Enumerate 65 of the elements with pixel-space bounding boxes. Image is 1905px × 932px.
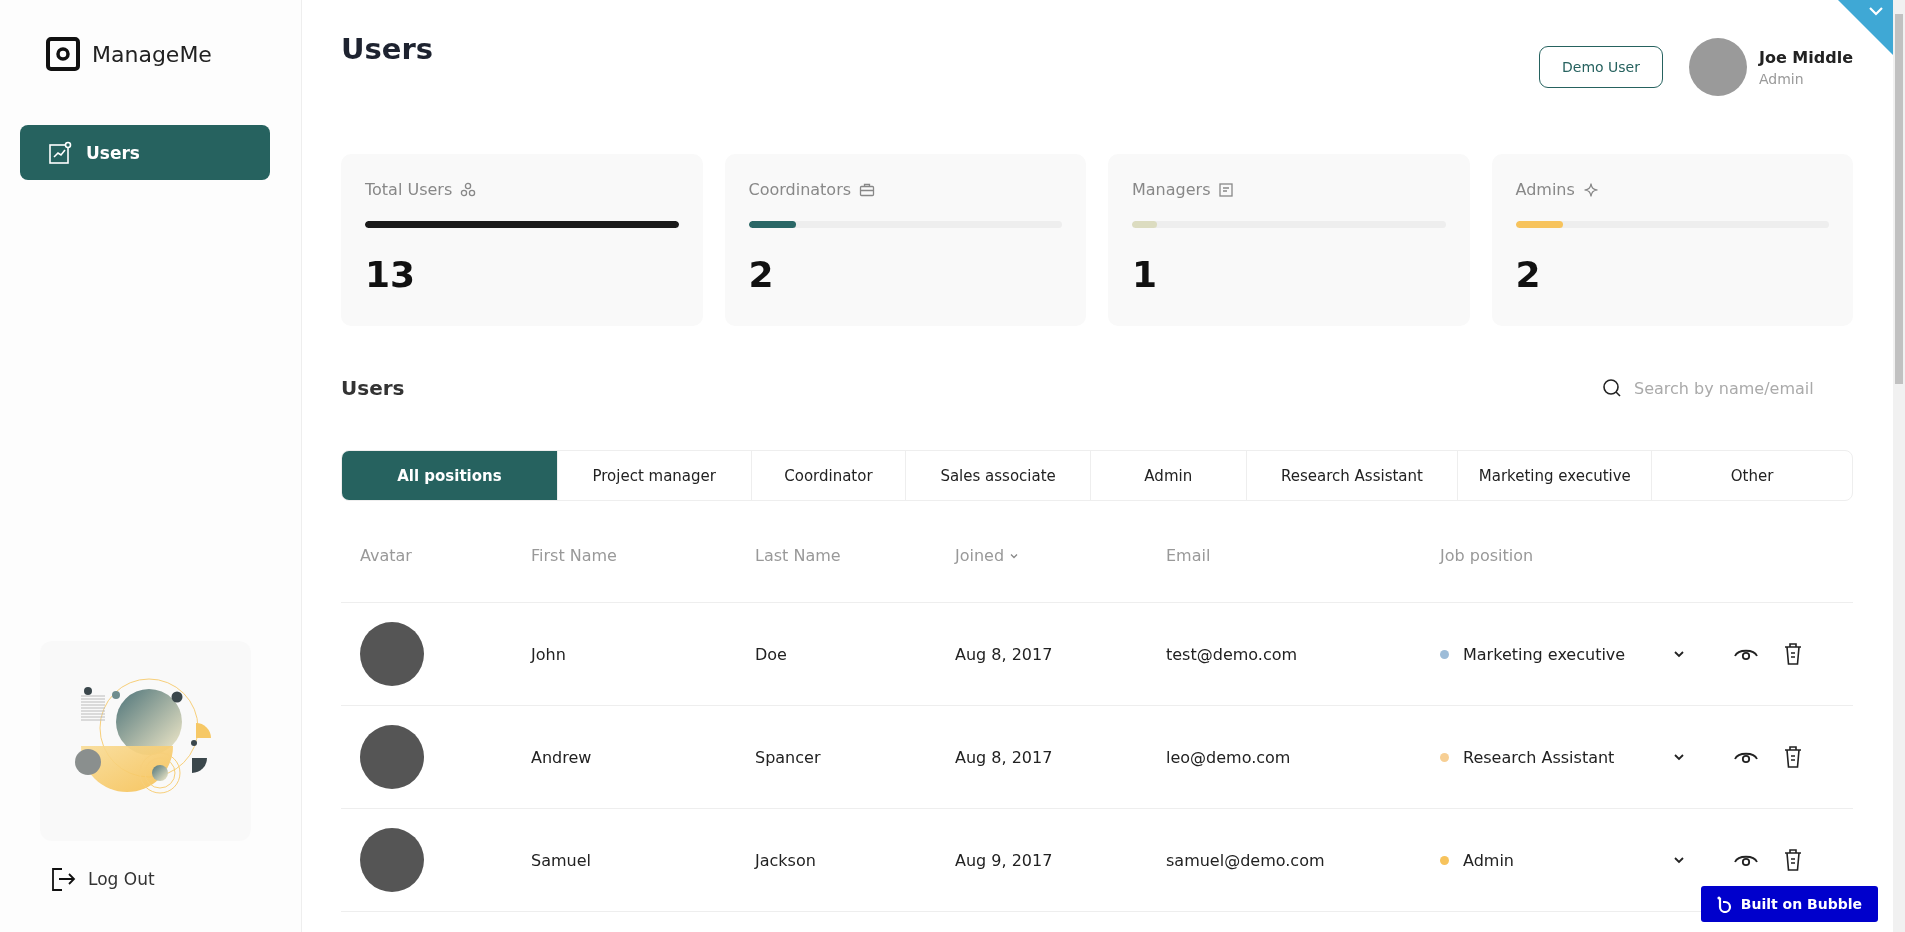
chart-icon (48, 140, 72, 165)
filter-tab[interactable]: Other (1651, 451, 1852, 500)
table-cell: Samuel (531, 850, 591, 870)
table-cell: Spancer (755, 747, 821, 767)
document-icon (1218, 181, 1235, 198)
search-icon (1602, 378, 1622, 398)
page-title: Users (341, 32, 434, 66)
chevron-down-icon (1673, 648, 1685, 660)
table-cell: Doe (755, 644, 787, 664)
filter-tab[interactable]: Admin (1089, 451, 1246, 500)
column-header: Last Name (755, 546, 842, 565)
logo-icon (46, 37, 80, 71)
briefcase-icon (859, 181, 876, 198)
column-header: Avatar (360, 546, 413, 565)
stat-label: Total Users (365, 180, 453, 199)
user-role: Admin (1759, 70, 1805, 87)
column-header: Email (1166, 546, 1212, 565)
search-field[interactable]: Search by name/email (1602, 377, 1841, 399)
people-icon (460, 181, 477, 198)
table-cell: leo@demo.com (1166, 747, 1291, 767)
table-cell: Aug 8, 2017 (955, 747, 1053, 767)
section-title: Users (341, 376, 405, 400)
logout-icon (50, 866, 76, 892)
stat-label: Managers (1132, 180, 1211, 199)
stat-value: 2 (748, 254, 775, 295)
trash-icon (1783, 745, 1803, 769)
scrollbar[interactable] (1893, 0, 1905, 932)
sparkle-icon (1582, 181, 1599, 198)
nav-item[interactable]: Users (20, 125, 270, 180)
stat-label: Admins (1515, 180, 1575, 199)
chevron-down-icon (1673, 751, 1685, 763)
built-on-bubble-badge[interactable]: Built on Bubble (1700, 886, 1878, 922)
trash-icon (1783, 848, 1803, 872)
chevron-down-icon (1673, 854, 1685, 866)
delete-button[interactable] (1783, 745, 1803, 769)
table-cell: samuel@demo.com (1166, 850, 1325, 870)
table-cell: John (531, 644, 566, 664)
logout-link[interactable]: Log Out (50, 866, 155, 892)
filter-tab[interactable]: Project manager (556, 451, 751, 500)
table-cell: Aug 8, 2017 (955, 644, 1053, 664)
stat-value: 2 (1515, 254, 1542, 295)
delete-button[interactable] (1783, 642, 1803, 666)
app-logo-text: ManageMe (92, 41, 212, 67)
stat-value: 13 (365, 254, 417, 295)
user-name: Joe Middle (1759, 47, 1853, 67)
stat-label: Coordinators (748, 180, 852, 199)
filter-tab[interactable]: All positions (342, 451, 557, 500)
column-header: Job position (1440, 546, 1535, 565)
position-dropdown[interactable]: Admin (1440, 850, 1685, 870)
position-dropdown[interactable]: Research Assistant (1440, 747, 1685, 767)
delete-button[interactable] (1783, 848, 1803, 872)
table-cell: Jackson (755, 850, 816, 870)
table-cell: test@demo.com (1166, 644, 1298, 664)
filter-tab[interactable]: Coordinator (750, 451, 906, 500)
filter-tab[interactable]: Sales associate (905, 451, 1090, 500)
filter-tab[interactable]: Marketing executive (1457, 451, 1652, 500)
stat-value: 1 (1132, 254, 1159, 295)
table-cell: Aug 9, 2017 (955, 850, 1053, 870)
bubble-logo-icon (1716, 895, 1733, 913)
column-header: First Name (531, 546, 618, 565)
table-cell: Andrew (531, 747, 592, 767)
demo-user-button[interactable]: Demo User (1539, 46, 1663, 88)
filter-tab[interactable]: Research Assistant (1245, 451, 1458, 500)
position-dropdown[interactable]: Marketing executive (1440, 644, 1685, 664)
trash-icon (1783, 642, 1803, 666)
